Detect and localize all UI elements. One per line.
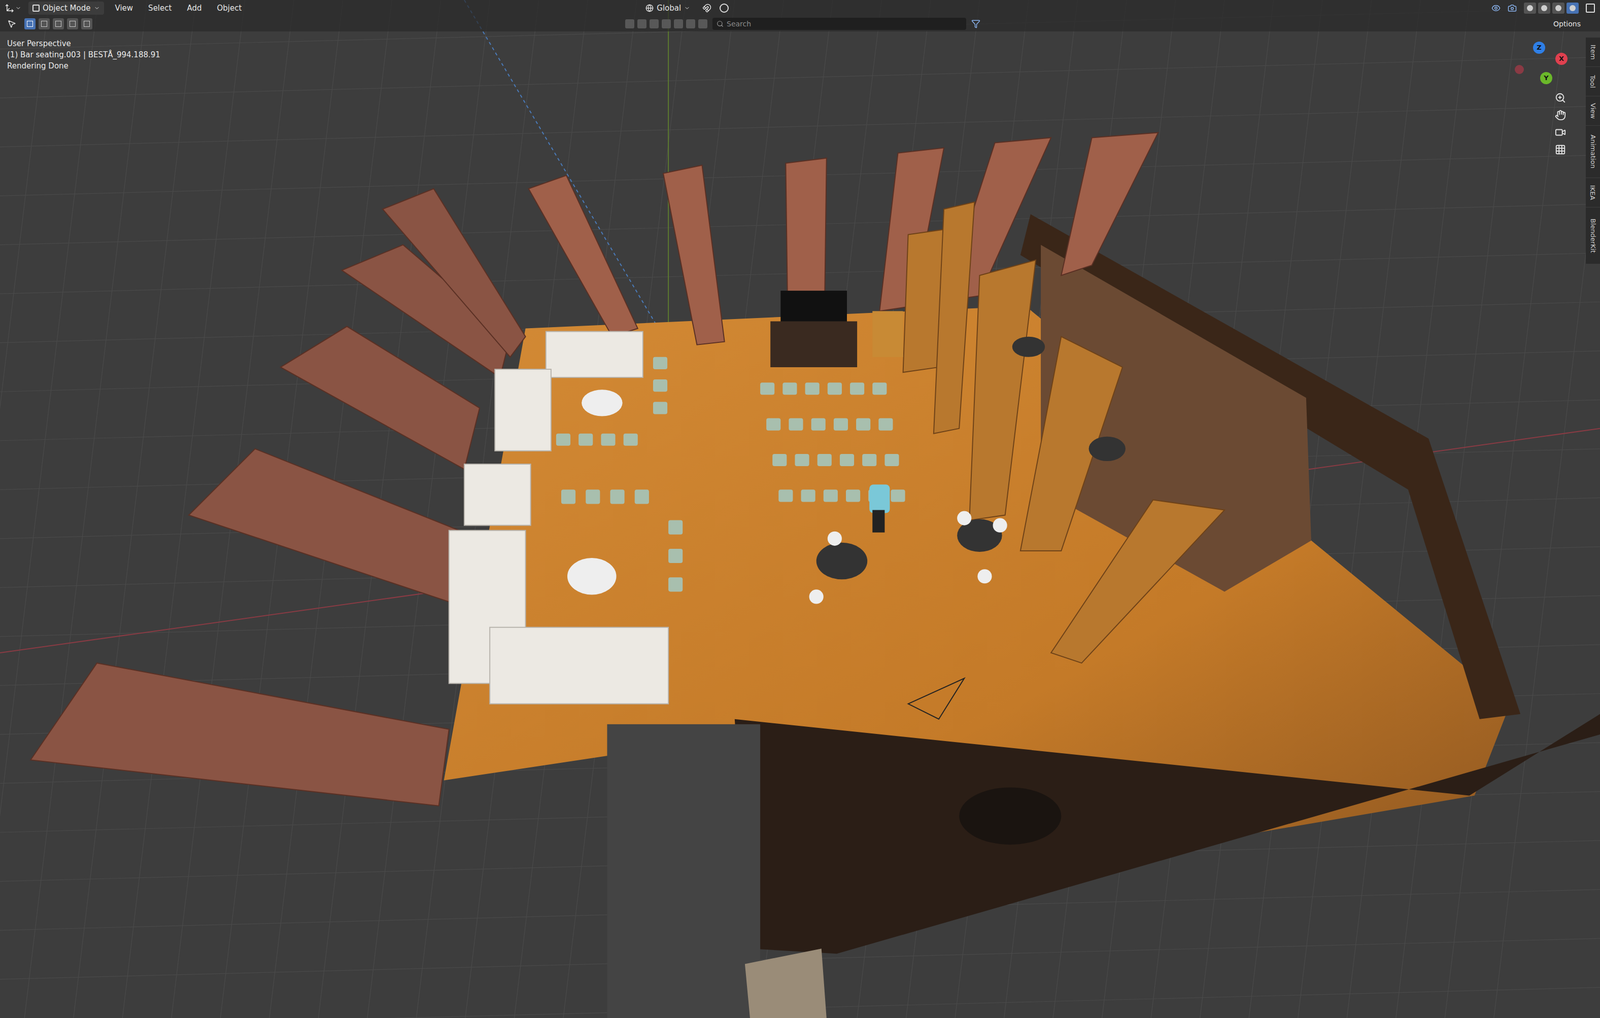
filter-toggle[interactable] [649, 19, 659, 29]
sidebar-tab[interactable]: Tool [1585, 66, 1600, 97]
brick-pillar [528, 175, 638, 337]
gizmo-toggle-icon[interactable] [1507, 3, 1517, 13]
selection-mode-button[interactable] [38, 18, 50, 30]
chevron-icon [15, 5, 22, 12]
object-icon [32, 4, 40, 12]
wood-pillar [1050, 499, 1225, 664]
header-row: Object Mode View Select Add Object Global [0, 0, 1600, 17]
sidebar-tab[interactable]: View [1585, 96, 1600, 126]
brick-pillar [280, 326, 480, 470]
sidebar-tab[interactable]: BlenderKit [1585, 207, 1600, 265]
orientation-dropdown[interactable]: Global [641, 1, 695, 16]
menu-item[interactable]: Add [182, 2, 206, 15]
floor-grid [0, 0, 1600, 1018]
selection-mode-button[interactable] [81, 18, 93, 30]
wood-pillar [969, 260, 1036, 521]
gizmo-negative-axis[interactable] [1514, 64, 1524, 75]
select-tool-icon[interactable] [7, 19, 17, 29]
options-button[interactable]: Options [1553, 18, 1581, 30]
mode-dropdown[interactable]: Object Mode [28, 1, 105, 16]
filter-icons [625, 19, 708, 29]
header-center: Global [641, 1, 729, 16]
doormat [744, 948, 827, 1018]
header-right [1491, 2, 1595, 14]
brick-pillar [663, 165, 725, 346]
chevron-icon [684, 5, 691, 12]
person [869, 484, 890, 533]
menu-item[interactable]: View [111, 2, 138, 15]
chairs [556, 357, 906, 593]
filter-toggle[interactable] [686, 19, 696, 29]
brick-pillar [30, 663, 449, 807]
selection-mode-button[interactable] [52, 18, 64, 30]
menu-item[interactable]: Select [144, 2, 176, 15]
shading-mode-button[interactable] [1552, 2, 1565, 14]
shading-mode-button[interactable] [1566, 2, 1579, 14]
overlay-line: (1) Bar seating.003 | BESTÅ_994.188.91 [7, 49, 161, 60]
visibility-icon[interactable] [1491, 3, 1501, 13]
tables [567, 336, 1126, 845]
pan-icon[interactable] [1554, 109, 1567, 121]
filter-toggle[interactable] [698, 19, 708, 29]
overlay-line: Rendering Done [7, 60, 161, 72]
carpet [606, 724, 761, 1018]
sidebar-toggle[interactable] [1585, 3, 1595, 13]
viewport-icon [5, 3, 15, 13]
gizmo-axis[interactable]: X [1555, 52, 1568, 65]
wood-pillar [933, 201, 975, 434]
chevron-icon [93, 5, 100, 12]
search-field[interactable]: Search [712, 17, 967, 30]
gizmo-axis[interactable]: Z [1533, 41, 1546, 54]
wall-bottom [734, 714, 1600, 955]
sidebar-tab[interactable]: Item [1585, 37, 1600, 67]
sidebar-tab[interactable]: IKEA [1585, 178, 1600, 208]
selection-mode-button[interactable] [24, 18, 36, 30]
ortho-toggle-icon[interactable] [1554, 144, 1567, 156]
search-area: Search [625, 17, 981, 30]
tv-unit [770, 290, 903, 368]
selection-mode-button[interactable] [66, 18, 79, 30]
viewport-overlay-text: User Perspective(1) Bar seating.003 | BE… [7, 38, 161, 72]
viewport-scene[interactable] [0, 0, 1600, 1018]
header-left: Object Mode View Select Add Object [5, 1, 246, 16]
brick-pillar [1061, 132, 1159, 276]
sidebar-tab[interactable]: Animation [1585, 125, 1600, 179]
camera-view-icon[interactable] [1554, 126, 1567, 139]
filter-toggle[interactable] [661, 19, 671, 29]
proportional-icon[interactable] [719, 3, 729, 13]
wall-right [1020, 214, 1521, 720]
navigation-buttons [1554, 92, 1567, 156]
gizmo-axis[interactable]: Y [1540, 72, 1553, 85]
snap-icon[interactable] [702, 3, 712, 13]
overlay-line: User Perspective [7, 38, 161, 49]
editor-type[interactable] [5, 3, 22, 13]
search-icon [716, 20, 724, 28]
brick-pillar [188, 449, 460, 603]
selection-modes [7, 18, 93, 30]
tool-row: Search Options [0, 16, 1600, 32]
sofas [449, 331, 669, 705]
sidebar-tabs: ItemToolViewAnimationIKEABlenderKit [1585, 37, 1600, 265]
menu-item[interactable]: Object [212, 2, 246, 15]
orientation-icon [645, 4, 654, 13]
camera-gizmo [908, 678, 965, 720]
navigation-gizmo[interactable]: Z YX [1514, 41, 1571, 88]
shading-mode-button[interactable] [1538, 2, 1551, 14]
zoom-icon[interactable] [1554, 92, 1567, 104]
viewport-header: Object ModeViewSelectAddObjectGlobalSear… [0, 0, 1600, 32]
shading-modes [1523, 2, 1579, 14]
filter-icon[interactable] [971, 19, 981, 29]
filter-toggle[interactable] [625, 19, 635, 29]
filter-toggle[interactable] [637, 19, 647, 29]
filter-toggle[interactable] [673, 19, 684, 29]
brick-pillar [382, 188, 526, 358]
blender-window: Object ModeViewSelectAddObjectGlobalSear… [0, 0, 1600, 1018]
shading-mode-button[interactable] [1523, 2, 1537, 14]
